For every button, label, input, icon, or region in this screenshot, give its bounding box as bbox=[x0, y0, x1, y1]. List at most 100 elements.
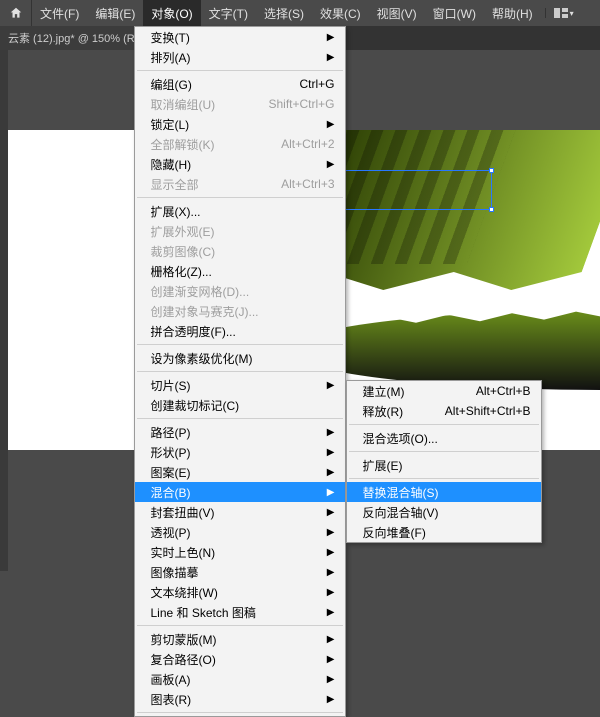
object-menu-item[interactable]: 排列(A) ▶ bbox=[135, 47, 345, 67]
menu-type[interactable]: 文字(T) bbox=[201, 0, 256, 26]
submenu-arrow-icon: ▶ bbox=[327, 52, 335, 63]
menu-help[interactable]: 帮助(H) bbox=[484, 0, 541, 26]
selection-handle[interactable] bbox=[489, 168, 494, 173]
menu-select[interactable]: 选择(S) bbox=[256, 0, 312, 26]
object-menu-item[interactable]: 拼合透明度(F)... bbox=[135, 321, 345, 341]
object-menu-item-shortcut: Shift+Ctrl+G bbox=[257, 97, 335, 111]
object-menu-item-label: 设为像素级优化(M) bbox=[151, 350, 253, 367]
object-menu-item: 创建对象马赛克(J)... bbox=[135, 301, 345, 321]
selection-box[interactable] bbox=[330, 170, 492, 210]
object-menu-item-label: 裁剪图像(C) bbox=[151, 243, 237, 260]
object-menu-item[interactable]: 画板(A) ▶ bbox=[135, 669, 345, 689]
object-menu-item[interactable]: 文本绕排(W) ▶ bbox=[135, 582, 345, 602]
menu-object-label: 对象(O) bbox=[151, 5, 192, 22]
object-menu-panel: 变换(T)▶排列(A)▶编组(G)Ctrl+G取消编组(U)Shift+Ctrl… bbox=[134, 26, 346, 717]
object-menu-item[interactable]: 变换(T)▶ bbox=[135, 27, 345, 47]
object-menu-separator bbox=[137, 712, 343, 713]
object-menu-item[interactable]: 隐藏(H)▶ bbox=[135, 154, 345, 174]
object-menu-item-label: 扩展外观(E) bbox=[151, 223, 237, 240]
menu-select-label: 选择(S) bbox=[264, 5, 304, 22]
submenu-arrow-icon: ▶ bbox=[327, 607, 335, 618]
menu-window[interactable]: 窗口(W) bbox=[425, 0, 484, 26]
object-menu-item-label: 创建渐变网格(D)... bbox=[151, 283, 250, 300]
blend-menu-item[interactable]: 混合选项(O)... bbox=[347, 428, 541, 448]
menu-effect[interactable]: 效果(C) bbox=[312, 0, 369, 26]
menu-edit[interactable]: 编辑(E) bbox=[87, 0, 143, 26]
blend-submenu-panel: 建立(M)Alt+Ctrl+B释放(R)Alt+Shift+Ctrl+B 混合选项… bbox=[346, 380, 542, 543]
object-menu-item[interactable]: 设为像素级优化(M) bbox=[135, 348, 345, 368]
menu-help-label: 帮助(H) bbox=[492, 5, 533, 22]
object-menu-item-shortcut: Alt+Ctrl+3 bbox=[257, 177, 335, 191]
object-menu-item[interactable]: 形状(P)▶ bbox=[135, 442, 345, 462]
object-menu-item-label: 变换(T) bbox=[151, 29, 297, 46]
submenu-arrow-icon: ▶ bbox=[327, 119, 335, 130]
object-menu-item[interactable]: 图案(E)▶ bbox=[135, 462, 345, 482]
object-menu-item[interactable]: 锁定(L)▶ bbox=[135, 114, 345, 134]
object-menu-item-label: 扩展(X)... bbox=[151, 203, 237, 220]
submenu-arrow-icon: ▶ bbox=[327, 447, 335, 458]
submenu-arrow-icon: ▶ bbox=[327, 467, 335, 478]
main-menubar: 文件(F) 编辑(E) 对象(O) 文字(T) 选择(S) 效果(C) 视图(V… bbox=[0, 0, 600, 26]
blend-menu-item-label: 释放(R) bbox=[363, 403, 425, 420]
menu-effect-label: 效果(C) bbox=[320, 5, 361, 22]
object-menu-item[interactable]: 路径(P)▶ bbox=[135, 422, 345, 442]
blend-menu-item[interactable]: 反向混合轴(V) bbox=[347, 502, 541, 522]
document-tab[interactable]: 云素 (12).jpg* @ 150% (RG bbox=[0, 26, 151, 50]
object-menu-item-label: 画板(A) bbox=[151, 671, 297, 688]
object-menu-item[interactable]: 创建裁切标记(C) bbox=[135, 395, 345, 415]
object-menu-item[interactable]: 图像描摹▶ bbox=[135, 562, 345, 582]
object-menu-item[interactable]: 剪切蒙版(M)▶ bbox=[135, 629, 345, 649]
blend-menu-item[interactable]: 反向堆叠(F) bbox=[347, 522, 541, 542]
blend-menu-item-label: 替换混合轴(S) bbox=[363, 484, 439, 501]
object-menu-item[interactable]: 封套扭曲(V)▶ bbox=[135, 502, 345, 522]
object-menu-item[interactable]: 混合(B)▶ bbox=[135, 482, 345, 502]
blend-menu-item-label: 反向混合轴(V) bbox=[363, 504, 439, 521]
submenu-arrow-icon: ▶ bbox=[327, 567, 335, 578]
menu-window-label: 窗口(W) bbox=[433, 5, 476, 22]
object-menu-item[interactable]: 编组(G)Ctrl+G bbox=[135, 74, 345, 94]
object-menu-item[interactable]: 图表(R)▶ bbox=[135, 689, 345, 709]
document-tab-label: 云素 (12).jpg* @ 150% (RG bbox=[8, 30, 143, 46]
object-menu-separator bbox=[137, 70, 343, 71]
menu-file[interactable]: 文件(F) bbox=[32, 0, 87, 26]
workspace-switcher-icon[interactable]: ▾ bbox=[554, 8, 574, 18]
object-menu-item-label: 切片(S) bbox=[151, 377, 297, 394]
object-menu-item[interactable]: 实时上色(N)▶ bbox=[135, 542, 345, 562]
blend-menu-separator bbox=[349, 451, 539, 452]
object-menu-item[interactable]: 透视(P)▶ bbox=[135, 522, 345, 542]
object-menu-item-label: 隐藏(H) bbox=[151, 156, 297, 173]
object-menu-item: 创建渐变网格(D)... bbox=[135, 281, 345, 301]
submenu-arrow-icon: ▶ bbox=[327, 587, 335, 598]
blend-menu-item[interactable]: 建立(M)Alt+Ctrl+B bbox=[347, 381, 541, 401]
blend-menu-item[interactable]: 释放(R)Alt+Shift+Ctrl+B bbox=[347, 401, 541, 421]
object-menu-item-label: 文本绕排(W) bbox=[151, 584, 297, 601]
submenu-arrow-icon: ▶ bbox=[327, 694, 335, 705]
object-menu-separator bbox=[137, 344, 343, 345]
object-menu-separator bbox=[137, 418, 343, 419]
submenu-arrow-icon: ▶ bbox=[327, 674, 335, 685]
object-menu-item: 裁剪图像(C) bbox=[135, 241, 345, 261]
object-menu-item[interactable]: 扩展(X)... bbox=[135, 201, 345, 221]
blend-menu-item-shortcut: Alt+Ctrl+B bbox=[453, 384, 531, 398]
menu-object[interactable]: 对象(O) bbox=[143, 0, 200, 26]
object-menu-item-label: 复合路径(O) bbox=[151, 651, 297, 668]
object-menu-item[interactable]: Line 和 Sketch 图稿▶ bbox=[135, 602, 345, 622]
menubar-extras: ▾ bbox=[545, 8, 582, 18]
object-menu-item-shortcut: Ctrl+G bbox=[257, 77, 335, 91]
blend-menu-item[interactable]: 扩展(E) bbox=[347, 455, 541, 475]
menu-view[interactable]: 视图(V) bbox=[369, 0, 425, 26]
home-button[interactable] bbox=[0, 0, 32, 26]
object-menu-item[interactable]: 复合路径(O)▶ bbox=[135, 649, 345, 669]
object-menu-item-label: 排列(A) bbox=[151, 49, 297, 66]
object-menu-item-shortcut: Alt+Ctrl+2 bbox=[257, 137, 335, 151]
object-menu-item[interactable]: 切片(S)▶ bbox=[135, 375, 345, 395]
submenu-arrow-icon: ▶ bbox=[327, 507, 335, 518]
object-menu-item[interactable]: 栅格化(Z)... bbox=[135, 261, 345, 281]
blend-menu-item[interactable]: 替换混合轴(S) bbox=[347, 482, 541, 502]
object-menu-separator bbox=[137, 197, 343, 198]
blend-menu-item-label: 混合选项(O)... bbox=[363, 430, 438, 447]
object-menu-item: 显示全部Alt+Ctrl+3 bbox=[135, 174, 345, 194]
object-menu-item-label: 路径(P) bbox=[151, 424, 297, 441]
selection-handle[interactable] bbox=[489, 207, 494, 212]
object-menu-item-label: 创建裁切标记(C) bbox=[151, 397, 240, 414]
